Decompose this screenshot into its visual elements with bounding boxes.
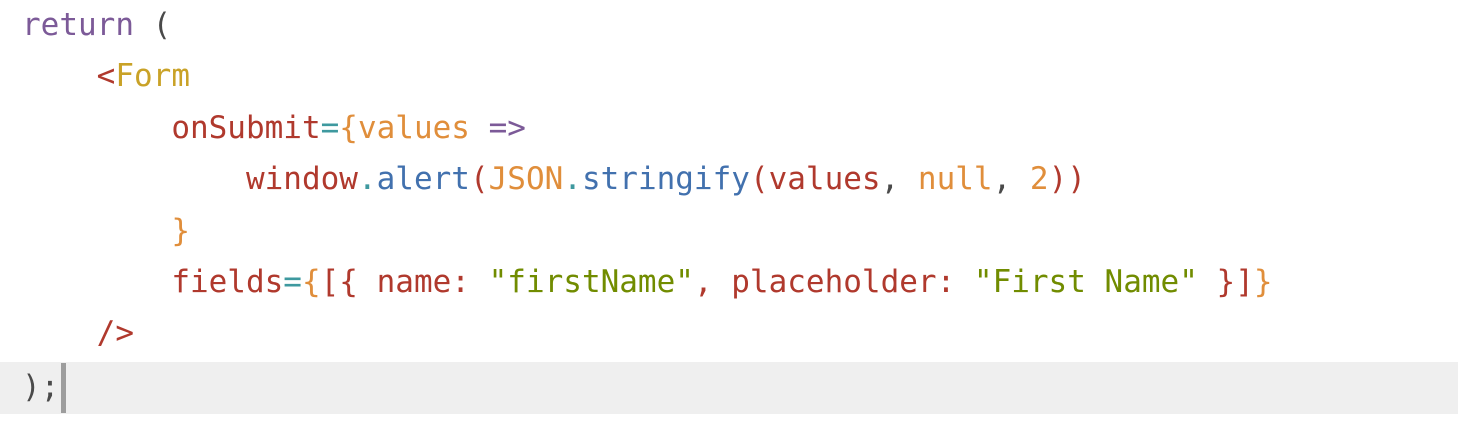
line-content: fields ={[{ name: "firstName", placeholde… xyxy=(22,257,1273,308)
code-token-comma: , xyxy=(880,161,918,198)
code-token-brace: { xyxy=(301,264,321,300)
code-token-keyword: return xyxy=(22,7,134,43)
code-token-number: 2 xyxy=(1029,161,1049,198)
code-line-7[interactable]: /> xyxy=(0,308,1458,359)
code-token-literal: null xyxy=(917,161,993,198)
line-content: < Form xyxy=(22,51,190,102)
line-content: window. alert(JSON. stringify(values, null… xyxy=(22,154,1086,205)
code-token-attribute: onSubmit xyxy=(171,109,321,146)
code-token-operator: = xyxy=(320,109,340,146)
code-token-arrow: => xyxy=(488,109,526,146)
code-token-variable: window xyxy=(245,161,358,198)
code-token-property: placeholder xyxy=(731,264,937,300)
code-token-property: name xyxy=(376,264,452,300)
code-token-string: "firstName" xyxy=(488,264,694,300)
line-content: onSubmit ={values => xyxy=(22,103,526,154)
code-token-object-punct: [{ xyxy=(320,264,377,300)
code-token-tag-bracket: < xyxy=(96,58,116,95)
code-token-tag-name: Form xyxy=(115,58,190,95)
line-content: /> xyxy=(22,308,134,359)
code-token-punctuation: ); xyxy=(22,369,60,406)
code-token-object-punct: : xyxy=(936,264,974,300)
code-token-builtin: JSON xyxy=(488,161,564,198)
code-line-6[interactable]: fields ={[{ name: "firstName", placeholde… xyxy=(0,257,1458,308)
code-token-object-punct: }] xyxy=(1197,264,1254,300)
code-token-comma: , xyxy=(992,161,1030,198)
code-editor[interactable]: return ( < Form onSubmit ={values => windo… xyxy=(0,0,1458,426)
code-token-paren: ( xyxy=(749,161,769,198)
code-token-method: stringify xyxy=(581,161,750,198)
code-line-4[interactable]: window. alert(JSON. stringify(values, null… xyxy=(0,154,1458,205)
code-token-object-punct: : xyxy=(451,264,489,300)
code-line-8-active[interactable]: ); xyxy=(0,362,1458,414)
line-content: } xyxy=(22,206,190,257)
code-token-brace: } xyxy=(1253,264,1273,300)
line-content: return ( xyxy=(22,0,171,51)
code-token-string: "First Name" xyxy=(973,264,1198,300)
code-token-parameter: values xyxy=(357,109,470,146)
code-token-indent xyxy=(22,206,171,257)
code-token-punctuation: ( xyxy=(152,7,172,43)
code-token-attribute: fields xyxy=(171,264,284,300)
code-token-paren: )) xyxy=(1048,161,1086,198)
code-token-tag-close: /> xyxy=(96,315,134,352)
code-token-indent xyxy=(22,308,97,359)
text-cursor xyxy=(61,363,67,413)
code-token-brace: { xyxy=(339,109,358,146)
code-line-1[interactable]: return ( xyxy=(0,0,1458,51)
code-token-indent xyxy=(22,103,171,154)
code-token-dot: . xyxy=(357,161,377,198)
code-token-indent xyxy=(22,154,246,205)
code-line-5[interactable]: } xyxy=(0,206,1458,257)
code-token-object-punct: , xyxy=(693,264,732,300)
code-token-paren: ( xyxy=(469,161,489,198)
code-token-brace: } xyxy=(171,212,190,249)
line-content: ); xyxy=(22,362,67,414)
code-token-dot: . xyxy=(563,161,582,198)
code-token-variable: values xyxy=(768,161,881,198)
code-token-indent xyxy=(22,51,97,102)
code-token-indent xyxy=(22,257,171,308)
code-line-3[interactable]: onSubmit ={values => xyxy=(0,103,1458,154)
code-line-2[interactable]: < Form xyxy=(0,51,1458,102)
code-token-method: alert xyxy=(376,161,470,198)
code-token-operator: = xyxy=(283,264,302,300)
